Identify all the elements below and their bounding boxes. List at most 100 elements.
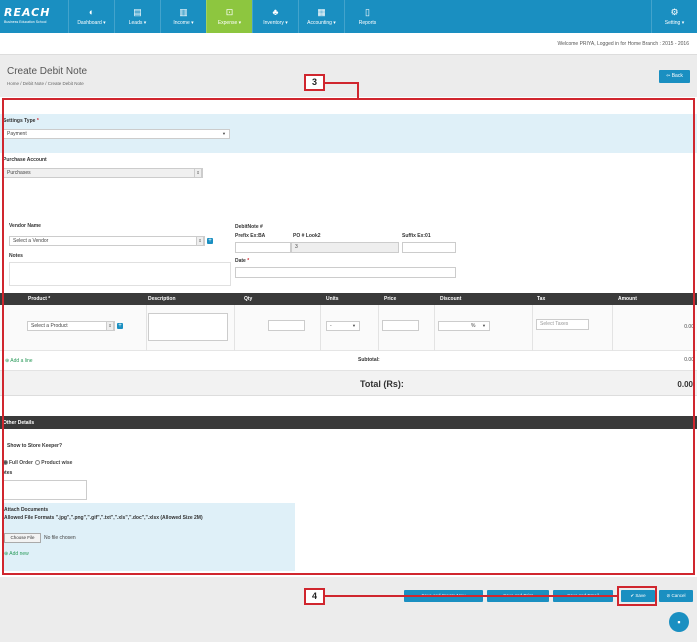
welcome-text: Welcome PRIYA, Logged in for Home Branch…	[0, 33, 697, 55]
vendor-placeholder: Select a Vendor	[13, 238, 49, 244]
debitnote-number-label: DebitNote #	[235, 224, 263, 230]
nav-leads[interactable]: ▤ Leads ▾	[114, 0, 160, 33]
income-icon: ▥	[179, 7, 188, 17]
callout-connector	[325, 595, 617, 597]
suffix-input[interactable]	[402, 242, 456, 253]
po-number-label: PO # Look2	[293, 233, 321, 239]
other-notes-label: otes	[2, 470, 13, 476]
back-button[interactable]: ⇦ Back	[659, 70, 690, 83]
inventory-icon: ♣	[272, 7, 279, 17]
col-discount: Discount	[440, 296, 462, 302]
nav-label: Reports	[358, 20, 377, 26]
breadcrumb[interactable]: Home / Debit Note / Create Debit Note	[7, 81, 84, 86]
page-header: Create Debit Note Home / Debit Note / Cr…	[0, 55, 697, 97]
add-product-icon[interactable]: +	[117, 323, 123, 329]
product-wise-label: Product wise	[41, 460, 73, 466]
settings-type-select[interactable]: Payment ▼	[3, 129, 230, 139]
po-number-input[interactable]: 3	[291, 242, 399, 253]
updown-icon: ⇕	[196, 236, 204, 246]
product-select[interactable]: Select a Product ⇕	[27, 321, 115, 331]
chat-icon[interactable]: ▪	[669, 612, 689, 632]
no-file-text: No file chosen	[44, 535, 76, 541]
full-order-label: Full Order	[9, 460, 33, 466]
cancel-button[interactable]: ⊘ Cancel	[659, 590, 693, 602]
updown-icon: ⇕	[106, 321, 114, 331]
reports-icon: ▯	[365, 7, 370, 17]
column-divider	[612, 305, 613, 351]
caret-down-icon: ▼	[222, 131, 226, 136]
suffix-label: Suffix Ex:01	[402, 233, 431, 239]
prefix-label: Prefix Ex:BA	[235, 233, 266, 239]
top-navigation: REACH Business Education School ◐ Dashbo…	[0, 0, 697, 33]
column-divider	[146, 305, 147, 351]
settings-type-value: Payment	[7, 131, 27, 137]
prefix-input[interactable]	[235, 242, 291, 253]
store-keeper-label: Show to Store Keeper?	[7, 443, 63, 449]
purchase-account-select[interactable]: Purchases ⇕	[3, 168, 203, 178]
choose-file-button[interactable]: Choose File	[4, 533, 41, 543]
gear-icon: ⚙	[670, 7, 679, 17]
units-value: -	[330, 323, 332, 329]
caret-down-icon: ▼	[352, 323, 356, 328]
product-wise-radio[interactable]	[35, 460, 41, 466]
purchase-account-value: Purchases	[7, 170, 31, 176]
nav-label: Setting ▾	[664, 20, 685, 26]
callout-connector	[357, 82, 359, 98]
discount-unit: %	[471, 323, 476, 329]
add-new-link[interactable]: ⊕ Add new	[4, 551, 29, 557]
nav-reports[interactable]: ▯ Reports	[344, 0, 390, 33]
total-value: 0.00	[677, 380, 693, 389]
nav-accounting[interactable]: ▦ Accounting ▾	[298, 0, 344, 33]
nav-label: Expense ▾	[217, 20, 242, 26]
date-input[interactable]	[235, 267, 456, 278]
vendor-select[interactable]: Select a Vendor ⇕	[9, 236, 205, 246]
attach-title: Attach Documents	[4, 507, 49, 513]
nav-expense[interactable]: ⊡ Expense ▾	[206, 0, 252, 33]
updown-icon: ⇕	[194, 168, 202, 178]
notes-textarea[interactable]	[9, 262, 231, 286]
nav-income[interactable]: ▥ Income ▾	[160, 0, 206, 33]
expense-icon: ⊡	[225, 7, 234, 17]
logo-text: REACH	[4, 6, 51, 19]
col-product: Product *	[28, 296, 51, 302]
subtotal-row	[0, 352, 697, 371]
price-input[interactable]	[382, 320, 419, 331]
nav-label: Leads ▾	[128, 20, 147, 26]
callout-3: 3	[304, 74, 325, 91]
col-amount: Amount	[618, 296, 637, 302]
column-divider	[234, 305, 235, 351]
attach-formats: Allowed File Formats ".jpg",".png",".gif…	[4, 515, 203, 521]
callout-connector	[325, 82, 359, 84]
nav-label: Accounting ▾	[307, 20, 336, 26]
qty-input[interactable]	[268, 320, 305, 331]
nav-dashboard[interactable]: ◐ Dashboard ▾	[68, 0, 114, 33]
nav-label: Inventory ▾	[263, 20, 288, 26]
tax-select[interactable]: Select Taxes	[536, 319, 589, 330]
leads-icon: ▤	[133, 7, 142, 17]
page-title: Create Debit Note	[7, 66, 88, 77]
add-vendor-icon[interactable]: +	[207, 238, 213, 244]
settings-type-label: Settings Type *	[3, 118, 39, 124]
col-price: Price	[384, 296, 397, 302]
highlight-box-save	[617, 586, 657, 606]
items-table-header: Product * Description Qty Units Price Di…	[0, 293, 697, 305]
other-notes-textarea[interactable]	[3, 480, 87, 500]
discount-select[interactable]: % ▼	[438, 321, 490, 331]
nav-setting[interactable]: ⚙ Setting ▾	[651, 0, 697, 33]
col-tax: Tax	[537, 296, 546, 302]
nav-inventory[interactable]: ♣ Inventory ▾	[252, 0, 298, 33]
notes-label: Notes	[9, 253, 23, 259]
date-label: Date *	[235, 258, 250, 264]
purchase-account-label: Purchase Account	[3, 157, 47, 163]
column-divider	[320, 305, 321, 351]
dashboard-icon: ◐	[88, 7, 95, 17]
add-line-link[interactable]: ⊕ Add a line	[5, 358, 33, 364]
units-select[interactable]: - ▼	[326, 321, 360, 331]
description-textarea[interactable]	[148, 313, 228, 341]
vendor-name-label: Vendor Name	[9, 223, 41, 229]
column-divider	[378, 305, 379, 351]
caret-down-icon: ▼	[482, 323, 486, 328]
col-units: Units	[326, 296, 339, 302]
full-order-radio[interactable]	[3, 460, 8, 466]
app-logo[interactable]: REACH Business Education School	[0, 0, 68, 33]
